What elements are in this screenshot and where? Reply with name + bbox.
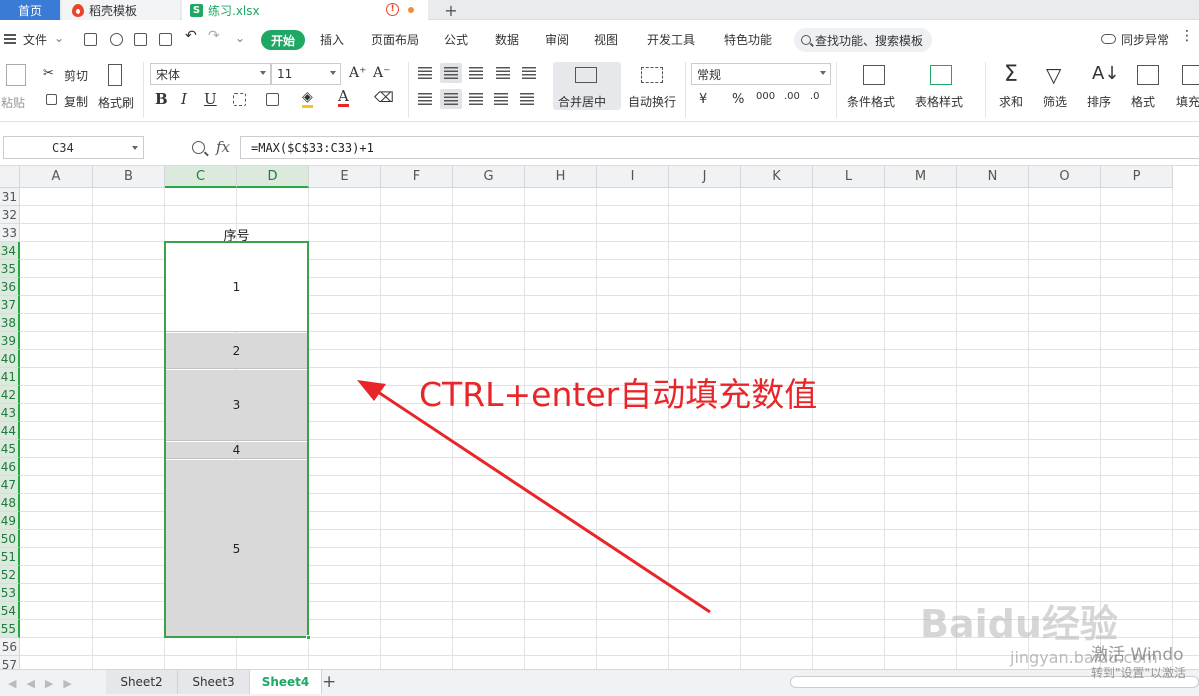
sheet-tab-bar: ◀◀▶▶ Sheet2 Sheet3 Sheet4 +	[0, 669, 1199, 696]
add-sheet-button[interactable]: +	[322, 672, 336, 692]
annotation-arrow	[357, 380, 711, 614]
annotation-text: CTRL+enter自动填充数值	[419, 375, 818, 414]
sheet-tab-sheet4[interactable]: Sheet4	[250, 670, 322, 694]
sheet-tab-sheet3[interactable]: Sheet3	[178, 670, 250, 694]
sheet-tab-sheet2[interactable]: Sheet2	[106, 670, 178, 694]
windows-activate-subtext: 转到"设置"以激活	[1091, 666, 1187, 680]
sheet-tab-label: Sheet2	[120, 675, 163, 689]
sheet-tab-label: Sheet3	[192, 675, 235, 689]
windows-activate-text: 激活 Windo	[1091, 645, 1184, 665]
baidu-watermark: Baidu经验	[920, 602, 1118, 646]
sheet-nav-arrows-icon[interactable]: ◀◀▶▶	[8, 677, 82, 690]
sheet-tab-label: Sheet4	[261, 675, 310, 689]
